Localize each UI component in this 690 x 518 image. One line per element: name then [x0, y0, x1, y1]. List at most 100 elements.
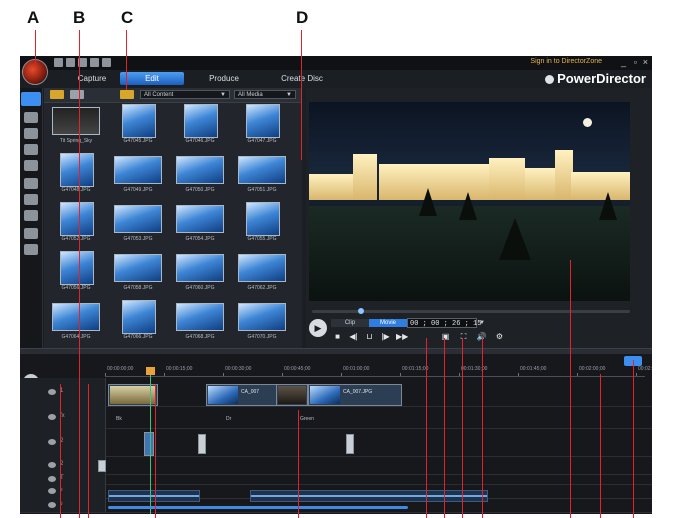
snapshot-button[interactable]: ▣ — [440, 332, 451, 341]
timeline-playhead[interactable] — [150, 370, 151, 514]
timeline-track[interactable]: fx — [20, 406, 652, 429]
playback-controls: ▶ Clip Movie 00 ; 00 ; 26 ; 15 ▼ ■ ◀| ⊔ … — [306, 317, 652, 348]
audio-clip[interactable] — [250, 490, 488, 502]
pip-clip[interactable] — [144, 432, 154, 456]
callout-c-leader — [126, 30, 127, 90]
track-visibility-icon[interactable] — [48, 439, 56, 445]
thumbnail-label: G47066.JPG — [123, 334, 153, 340]
media-thumbnail[interactable]: G47053.JPG — [110, 202, 166, 250]
timecode-display[interactable]: 00 ; 00 ; 26 ; 15 — [407, 318, 481, 328]
transition-room-button[interactable] — [24, 178, 38, 189]
leader-line — [600, 374, 601, 518]
chapter-room-button[interactable] — [24, 228, 38, 239]
undo-icon[interactable] — [66, 58, 75, 67]
timeline-track[interactable]: 2 — [20, 456, 652, 475]
timeline-ruler[interactable]: 00:00:00;00 00:00:15;00 00:00:30;00 00:00:4… — [105, 366, 652, 377]
audio-mixing-room-button[interactable] — [24, 194, 38, 205]
explore-folder-icon[interactable] — [120, 90, 134, 99]
play-button[interactable]: ▶ — [309, 319, 327, 337]
video-clip-2[interactable] — [276, 384, 308, 406]
track-visibility-icon[interactable] — [48, 502, 56, 508]
media-thumbnail[interactable]: G47058.JPG — [110, 251, 166, 299]
import-media-icon[interactable] — [50, 90, 64, 99]
previous-frame-button[interactable]: ◀| — [348, 332, 359, 341]
media-thumbnail[interactable]: G47049.JPG — [110, 153, 166, 201]
movie-mode-button[interactable]: Movie — [369, 319, 407, 327]
next-frame-button[interactable]: |▶ — [380, 332, 391, 341]
thumbnail-image — [176, 205, 224, 233]
leader-line — [426, 338, 427, 518]
save-icon[interactable] — [54, 58, 63, 67]
minimize-button[interactable]: _ — [621, 57, 626, 67]
fast-forward-button[interactable]: ▶▶ — [396, 332, 408, 341]
media-filter-select[interactable]: All Media ▼ — [234, 90, 296, 99]
timeline-scrollbar[interactable] — [108, 506, 408, 509]
media-thumbnail[interactable]: G47046.JPG — [172, 104, 228, 152]
settings-button[interactable]: ⚙ — [494, 332, 505, 341]
media-thumbnail[interactable]: G47052.JPG — [48, 202, 104, 250]
tab-edit[interactable]: Edit — [120, 72, 184, 85]
tab-capture[interactable]: Capture — [64, 72, 120, 85]
media-thumbnail[interactable]: G47064.JPG — [48, 300, 104, 348]
restore-button[interactable]: ▫ — [634, 57, 637, 67]
timeline-track[interactable]: 2 — [20, 428, 652, 457]
playhead-handle[interactable] — [146, 367, 155, 375]
timecode-dropdown-icon[interactable]: ▼ — [477, 318, 487, 328]
track-visibility-icon[interactable] — [48, 414, 56, 420]
thumbnail-label: G47062.JPG — [247, 285, 277, 291]
new-project-icon[interactable] — [90, 58, 99, 67]
media-thumbnail[interactable]: Tit Spring_Sky — [48, 104, 104, 152]
pip-clip[interactable] — [198, 434, 206, 454]
video-clip-3[interactable]: CA_007.JPG — [308, 384, 402, 406]
media-thumbnail[interactable]: G47068.JPG — [172, 300, 228, 348]
main-tabs: Capture Edit Produce Create Disc — [54, 70, 494, 88]
media-thumbnail[interactable]: G47047.JPG — [234, 104, 290, 152]
media-thumbnail[interactable]: G47060.JPG — [172, 251, 228, 299]
pip-clip[interactable] — [346, 434, 354, 454]
subtitle-room-button[interactable] — [24, 244, 38, 255]
content-filter-select[interactable]: All Content ▼ — [140, 90, 230, 99]
voice-over-room-button[interactable] — [24, 210, 38, 221]
media-room-button[interactable] — [21, 92, 41, 106]
track-visibility-icon[interactable] — [48, 389, 56, 395]
stop-button[interactable]: ■ — [332, 332, 343, 341]
directorzone-signin-link[interactable]: Sign in to DirectorZone — [530, 58, 602, 65]
particle-room-button[interactable] — [24, 144, 38, 155]
ruler-label: 00:01:00;00 — [343, 366, 370, 372]
media-thumbnail[interactable]: G47045.JPG — [110, 104, 166, 152]
download-media-icon[interactable] — [70, 90, 84, 99]
preview-window: ▶ Clip Movie 00 ; 00 ; 26 ; 15 ▼ ■ ◀| ⊔ … — [306, 88, 652, 348]
brand-logo: PowerDirector — [545, 71, 646, 86]
media-thumbnail[interactable]: G47055.JPG — [234, 202, 290, 250]
chevron-down-icon: ▼ — [220, 92, 226, 98]
media-thumbnail[interactable]: G47070.JPG — [234, 300, 290, 348]
open-project-icon[interactable] — [102, 58, 111, 67]
close-button[interactable]: × — [643, 57, 648, 67]
track-visibility-icon[interactable] — [48, 488, 56, 494]
media-thumbnail[interactable]: G47056.JPG — [48, 251, 104, 299]
split-button[interactable]: ⊔ — [364, 332, 375, 341]
preview-seek-bar[interactable] — [312, 308, 630, 314]
pip-clip[interactable] — [98, 460, 106, 472]
media-thumbnail[interactable]: G47066.JPG — [110, 300, 166, 348]
track-visibility-icon[interactable] — [48, 462, 56, 468]
audio-clip[interactable] — [108, 490, 200, 502]
effect-room-button[interactable] — [24, 112, 38, 123]
media-thumbnail[interactable]: G47062.JPG — [234, 251, 290, 299]
thumbnail-image — [122, 104, 156, 138]
tab-produce[interactable]: Produce — [192, 72, 256, 85]
track-visibility-icon[interactable] — [48, 476, 56, 482]
fullscreen-button[interactable]: ⛶ — [458, 332, 469, 341]
title-room-button[interactable] — [24, 160, 38, 171]
ruler-label: 00:01:45;00 — [520, 366, 547, 372]
seek-slider-knob[interactable] — [358, 308, 364, 314]
media-thumbnail[interactable]: G47051.JPG — [234, 153, 290, 201]
tab-create-disc[interactable]: Create Disc — [264, 72, 340, 85]
pip-room-button[interactable] — [24, 128, 38, 139]
media-thumbnail[interactable]: G47054.JPG — [172, 202, 228, 250]
media-thumbnail[interactable]: G47048.JPG — [48, 153, 104, 201]
ruler-tick — [518, 373, 519, 376]
video-clip-1[interactable]: CA_007 — [206, 384, 278, 406]
clip-mode-button[interactable]: Clip — [331, 319, 369, 327]
media-thumbnail[interactable]: G47050.JPG — [172, 153, 228, 201]
